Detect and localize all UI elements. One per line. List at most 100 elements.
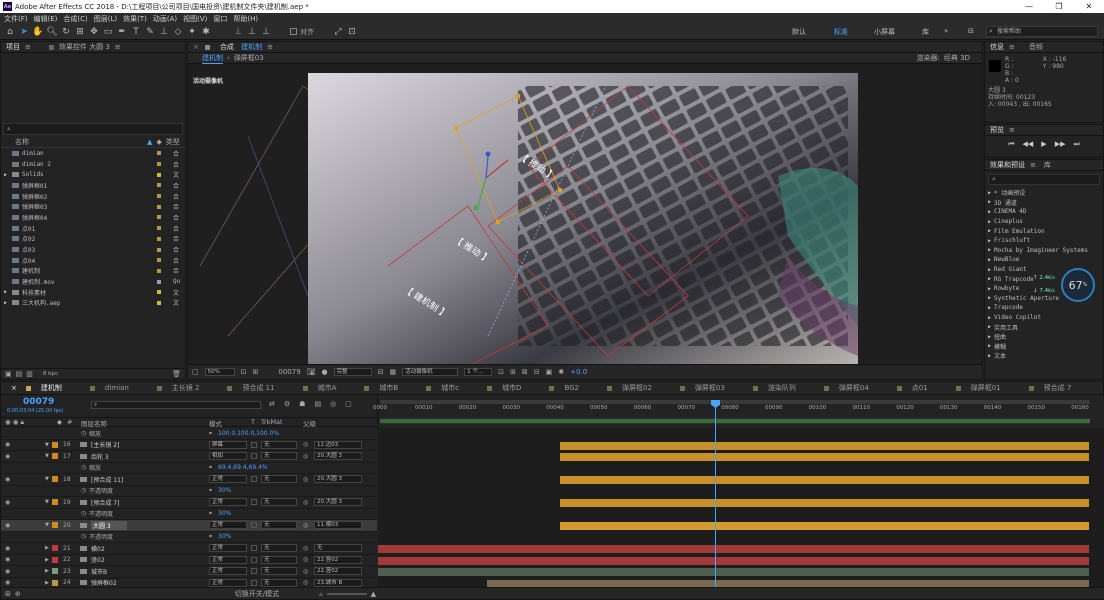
menu-window[interactable]: 窗口 xyxy=(213,14,227,24)
axis-world-icon[interactable]: ⊥ xyxy=(246,26,258,38)
parent-pickwhip-icon[interactable]: ◎ xyxy=(303,453,308,460)
timeline-tab[interactable]: 弹屏框02 xyxy=(602,383,652,393)
workspace-standard[interactable]: 标准 xyxy=(834,27,848,37)
menu-edit[interactable]: 编辑(E) xyxy=(34,14,58,24)
expand-arrow-icon[interactable]: ▶ xyxy=(4,172,12,178)
menu-composition[interactable]: 合成(C) xyxy=(63,14,87,24)
label-color-swatch[interactable] xyxy=(157,247,161,252)
panel-menu-icon[interactable]: ≡ xyxy=(1030,161,1036,169)
effect-category[interactable]: ▶ CINEMA 4D xyxy=(988,207,1103,217)
toggle-icon-5[interactable]: ▣ xyxy=(546,368,553,376)
expand-arrow-icon[interactable]: ▶ xyxy=(4,300,12,306)
time-ruler-ticks[interactable]: 0000 00010 00020 00030 00040 00050 00060 00070 0… xyxy=(373,405,1089,415)
layer-duration-bar[interactable] xyxy=(378,556,1089,565)
property-link-icon[interactable]: ⚭ xyxy=(208,533,213,540)
layer-name[interactable]: 弹屏框02 xyxy=(91,578,117,587)
hand-tool-icon[interactable]: ✋ xyxy=(32,26,44,38)
parent-pickwhip-icon[interactable]: ◎ xyxy=(303,579,308,586)
layer-name[interactable]: [预合成 11] xyxy=(91,475,123,484)
parent-pickwhip-icon[interactable]: ◎ xyxy=(303,476,308,483)
expand-arrow-icon[interactable]: ▼ xyxy=(45,476,49,482)
timeline-tab[interactable]: 弹屏框04 xyxy=(819,383,869,393)
exposure-value[interactable]: +0.0 xyxy=(570,368,587,376)
panel-menu-icon[interactable]: ≡ xyxy=(267,43,273,51)
visibility-icon[interactable]: ◉ xyxy=(5,499,10,506)
effect-category[interactable]: ▶ 扭曲 xyxy=(988,332,1103,342)
trkmat-select[interactable]: 无 xyxy=(261,440,297,449)
new-folder-icon[interactable]: ▤ xyxy=(16,370,23,378)
tab-library[interactable]: 库 xyxy=(1044,160,1051,170)
property-value[interactable]: 69.4,69.4,69.4% xyxy=(218,464,268,471)
layer-row[interactable]: ◉ ▼ 17 齿轮 3 相加 无 ◎ 20.大圆 3 xyxy=(1,451,377,463)
parent-select[interactable]: 22.竖02 xyxy=(314,555,362,564)
project-item[interactable]: 弹屏框02 合 xyxy=(1,191,185,202)
label-color-swatch[interactable] xyxy=(157,258,161,263)
effect-category[interactable]: ▶ 模糊 xyxy=(988,342,1103,352)
snap-edge-icon[interactable]: ⊡ xyxy=(346,26,358,38)
roto-tool-icon[interactable]: ✦ xyxy=(186,26,198,38)
stopwatch-icon[interactable]: ◷ xyxy=(81,510,86,517)
layer-duration-bar[interactable] xyxy=(559,522,1089,530)
property-link-icon[interactable]: ⚭ xyxy=(208,487,213,494)
zoom-select[interactable]: 50% xyxy=(204,368,235,376)
expand-arrow-icon[interactable]: ▼ xyxy=(45,522,49,528)
snap-options-icon[interactable]: ⤢ xyxy=(332,26,344,38)
property-value[interactable]: 30% xyxy=(218,533,231,540)
project-item[interactable]: 点01 合 xyxy=(1,223,185,234)
layer-name[interactable]: 竖02 xyxy=(91,555,105,564)
tab-composition[interactable]: 合成 建机制 xyxy=(215,42,262,52)
timeline-tab[interactable]: 弹屏框01 xyxy=(951,383,1001,393)
property-link-icon[interactable]: ⚭ xyxy=(208,510,213,517)
preserve-transparency-checkbox[interactable] xyxy=(251,545,257,552)
visibility-icon[interactable]: ◉ xyxy=(5,453,10,460)
quality-select[interactable]: 完整 xyxy=(333,368,372,376)
col-trkmat[interactable]: TrkMat xyxy=(261,418,283,426)
exposure-icon[interactable]: ✺ xyxy=(558,368,564,376)
menu-animation[interactable]: 动画(A) xyxy=(153,14,177,24)
effect-category[interactable]: ▶ 实用工具 xyxy=(988,322,1103,332)
project-item[interactable]: ▶ 科技素材 文 xyxy=(1,287,185,298)
eraser-tool-icon[interactable]: ◇ xyxy=(172,26,184,38)
effect-category[interactable]: ▶ Film Emulation xyxy=(988,226,1103,236)
expand-arrow-icon[interactable]: ▶ xyxy=(988,219,991,225)
toggle-switches-modes[interactable]: 切换开关/模式 xyxy=(235,589,279,599)
expand-arrow-icon[interactable]: ▶ xyxy=(988,353,991,359)
resolution-icon[interactable]: ⊡ xyxy=(241,368,247,376)
workspace-more-icon[interactable]: » xyxy=(944,27,948,35)
pen-tool-icon[interactable]: ✒ xyxy=(116,26,128,38)
project-item[interactable]: 弹屏框04 合 xyxy=(1,212,185,223)
layer-name[interactable]: 大圆 3 xyxy=(91,520,127,530)
expand-arrow-icon[interactable]: ▼ xyxy=(45,453,49,459)
layer-property-row[interactable]: ◷ 不透明度 ⚭ 30% xyxy=(1,532,377,543)
draft-3d-icon[interactable]: ⚙ xyxy=(284,400,290,408)
workspace-default[interactable]: 默认 xyxy=(792,27,806,37)
layer-property-row[interactable]: ◷ 不透明度 ⚭ 30% xyxy=(1,509,377,520)
expand-arrow-icon[interactable]: ▶ xyxy=(988,199,991,205)
visibility-icon[interactable]: ◉ xyxy=(5,545,10,552)
current-time-display[interactable]: 00079 xyxy=(23,397,54,407)
layer-row[interactable]: ◉ ▼ 19 [预合成 7] 正常 无 ◎ 20.大圆 3 xyxy=(1,497,377,509)
workspace-library[interactable]: 库 xyxy=(922,27,929,37)
close-icon[interactable]: × xyxy=(11,384,17,392)
label-color-swatch[interactable] xyxy=(157,194,161,199)
panel-menu-icon[interactable]: ≡ xyxy=(25,43,31,51)
effect-category[interactable]: ▶ Mocha by Imagineer Systems xyxy=(988,246,1103,256)
label-color-swatch[interactable] xyxy=(52,579,58,586)
workspace-edit-icon[interactable]: ⊟ xyxy=(968,27,974,35)
trash-icon[interactable]: 🗑︎ xyxy=(172,370,181,378)
expand-arrow-icon[interactable]: ▶ xyxy=(988,315,991,321)
visibility-icon[interactable]: ◉ xyxy=(5,476,10,483)
play-icon[interactable]: ▶ xyxy=(1041,140,1046,149)
pan-behind-tool-icon[interactable]: ✥ xyxy=(88,26,100,38)
expand-arrow-icon[interactable]: ▶ xyxy=(988,295,991,301)
playhead-line[interactable] xyxy=(715,402,716,589)
parent-pickwhip-icon[interactable]: ◎ xyxy=(303,522,308,529)
expand-arrow-icon[interactable]: ▶ xyxy=(45,580,49,586)
label-color-swatch[interactable] xyxy=(157,300,161,305)
brush-tool-icon[interactable]: ✎ xyxy=(144,26,156,38)
effect-category[interactable]: ▶ Cineplus xyxy=(988,217,1103,227)
timeline-tab[interactable]: 弹屏框03 xyxy=(675,383,725,393)
crumb-jianjizhi[interactable]: 建机制 xyxy=(202,53,223,64)
panel-menu-icon[interactable]: ≡ xyxy=(1009,126,1015,134)
label-color-swatch[interactable] xyxy=(52,545,58,552)
